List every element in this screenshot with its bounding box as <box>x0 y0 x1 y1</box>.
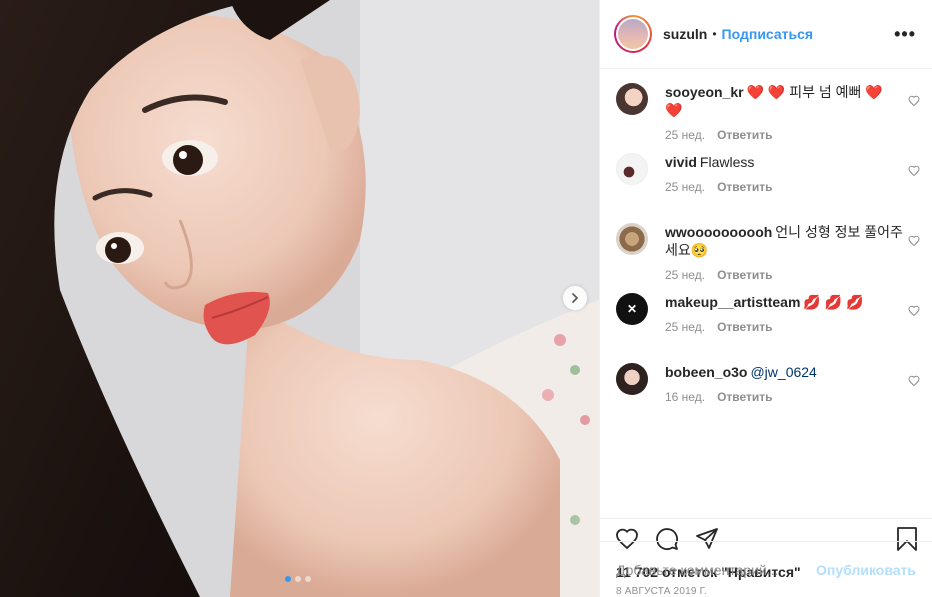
reply-button[interactable]: Ответить <box>717 320 772 334</box>
chevron-right-icon <box>572 293 578 303</box>
heart-icon[interactable] <box>908 305 920 317</box>
commenter-avatar[interactable] <box>616 153 648 185</box>
comment-age: 16 нед. <box>665 390 706 404</box>
post-photo[interactable] <box>0 0 599 597</box>
heart-icon[interactable] <box>908 165 920 177</box>
comment-text: 💋 💋 💋 <box>803 294 864 310</box>
commenter-avatar[interactable] <box>616 223 648 255</box>
next-photo-button[interactable] <box>563 286 587 310</box>
carousel-dot <box>295 576 301 582</box>
author-avatar[interactable] <box>614 15 652 53</box>
add-comment-bar: Опубликовать <box>600 541 932 597</box>
comment-item: wwoooooooooh 언니 성형 정보 풀어주세요🥺 25 нед. Ответ… <box>616 223 920 293</box>
comment-username[interactable]: vivid <box>665 154 697 170</box>
reply-button[interactable]: Ответить <box>717 268 772 282</box>
comment-username[interactable]: bobeen_o3o <box>665 364 747 380</box>
post-header: suzuln • Подписаться ••• <box>600 0 932 69</box>
carousel-dots <box>285 576 311 582</box>
portrait-photo <box>0 0 599 597</box>
carousel-dot <box>305 576 311 582</box>
heart-icon[interactable] <box>908 375 920 387</box>
heart-icon[interactable] <box>908 235 920 247</box>
commenter-avatar[interactable]: ✕ <box>616 293 648 325</box>
comments-list[interactable]: sooyeon_kr ❤️ ❤️ 피부 넘 예뻐 ❤️ ❤️ 25 нед. Отв… <box>600 69 932 518</box>
comment-age: 25 нед. <box>665 180 706 194</box>
commenter-avatar[interactable] <box>616 83 648 115</box>
instagram-post: suzuln • Подписаться ••• sooyeon_kr ❤️ ❤️… <box>0 0 932 597</box>
comment-item: sooyeon_kr ❤️ ❤️ 피부 넘 예뻐 ❤️ ❤️ 25 нед. Отв… <box>616 83 920 153</box>
commenter-avatar[interactable] <box>616 363 648 395</box>
comment-mention[interactable]: @jw_0624 <box>750 364 816 380</box>
reply-button[interactable]: Ответить <box>717 180 772 194</box>
more-options-icon[interactable]: ••• <box>894 24 916 45</box>
comment-age: 25 нед. <box>665 320 706 334</box>
follow-button[interactable]: Подписаться <box>722 26 814 42</box>
author-username[interactable]: suzuln <box>663 26 707 42</box>
brand-logo-icon: ✕ <box>626 301 638 316</box>
post-sidebar: suzuln • Подписаться ••• sooyeon_kr ❤️ ❤️… <box>599 0 932 597</box>
comment-text: Flawless <box>699 154 755 170</box>
comment-item: vivid Flawless 25 нед. Ответить <box>616 153 920 223</box>
carousel-dot <box>285 576 291 582</box>
reply-button[interactable]: Ответить <box>717 128 772 142</box>
heart-icon[interactable] <box>908 95 920 107</box>
comment-username[interactable]: wwoooooooooh <box>665 224 772 240</box>
comment-input[interactable] <box>616 561 817 578</box>
comment-username[interactable]: sooyeon_kr <box>665 84 744 100</box>
comment-age: 25 нед. <box>665 268 706 282</box>
reply-button[interactable]: Ответить <box>717 390 772 404</box>
avatar-image <box>618 19 648 49</box>
publish-button[interactable]: Опубликовать <box>816 562 916 578</box>
comment-age: 25 нед. <box>665 128 706 142</box>
header-separator: • <box>712 27 717 41</box>
comment-item: ✕ makeup__artistteam 💋 💋 💋 25 нед. Ответит… <box>616 293 920 363</box>
comment-username[interactable]: makeup__artistteam <box>665 294 800 310</box>
comment-item: bobeen_o3o @jw_0624 16 нед. Ответить <box>616 363 920 433</box>
